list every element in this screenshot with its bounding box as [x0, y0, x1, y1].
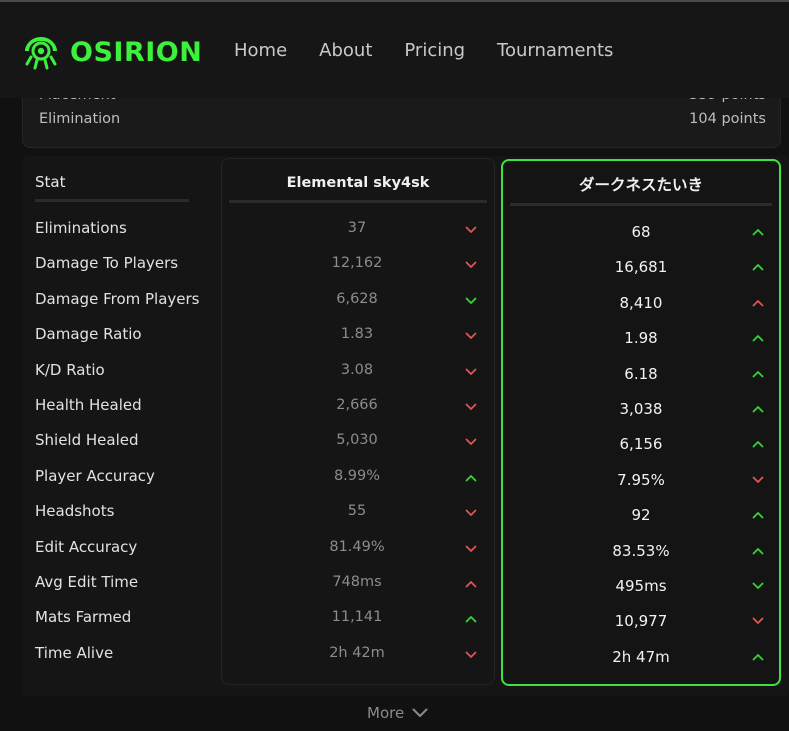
- stat-label: Damage From Players: [35, 289, 200, 308]
- player-2-stat-value: 495ms: [615, 577, 667, 595]
- player-column-2-highlighted: ダークネスたいき 68 16,681 8,410 1.98 6.18 3,038 6,156…: [501, 159, 781, 686]
- nav-tournaments[interactable]: Tournaments: [497, 40, 613, 61]
- chevron-up-icon: [752, 547, 764, 555]
- chevron-up-icon: [752, 263, 764, 271]
- stat-label: Avg Edit Time: [35, 573, 139, 591]
- chevron-down-icon: [465, 438, 477, 446]
- chevron-down-icon: [752, 582, 764, 590]
- chevron-up-icon: [752, 405, 764, 413]
- osirion-eye-icon: [25, 37, 57, 70]
- stat-label: Headshots: [35, 502, 115, 521]
- nav-home[interactable]: Home: [234, 40, 287, 61]
- stat-column: Stat Eliminations Damage To Players Damage…: [35, 158, 200, 662]
- player-1-name[interactable]: Elemental sky4sk: [229, 159, 487, 203]
- player-2-stat-value: 1.98: [624, 329, 658, 348]
- chevron-down-icon: [465, 368, 477, 376]
- player-1-stat-value: 2h 42m: [329, 644, 385, 661]
- chevron-up-icon: [752, 228, 764, 236]
- chevron-up-icon: [465, 474, 477, 482]
- player-1-stat-value: 11,141: [331, 609, 383, 626]
- chevron-down-icon: [465, 509, 477, 517]
- player-2-stat-value: 3,038: [619, 400, 663, 418]
- player-1-stat-value: 748ms: [332, 574, 382, 590]
- stat-label: Eliminations: [35, 219, 127, 237]
- chevron-down-icon: [752, 617, 764, 625]
- chevron-up-icon: [752, 511, 764, 519]
- stat-label: Edit Accuracy: [35, 537, 138, 556]
- stat-label: Damage To Players: [35, 254, 179, 273]
- player-1-stat-value: 3.08: [340, 361, 374, 378]
- nav-pricing[interactable]: Pricing: [404, 40, 465, 61]
- player-1-stat-value: 8.99%: [333, 467, 381, 484]
- stat-label: Time Alive: [35, 643, 114, 662]
- brand-name: OSIRION: [70, 36, 203, 68]
- main-nav: Home About Pricing Tournaments: [234, 40, 613, 61]
- player-1-stat-value: 55: [347, 503, 367, 520]
- player-2-stat-value: 68: [631, 223, 651, 241]
- chevron-up-icon: [752, 370, 764, 378]
- chevron-down-icon: [465, 651, 477, 659]
- brand-logo[interactable]: OSIRION: [22, 33, 202, 71]
- player-2-stat-value: 7.95%: [617, 470, 665, 489]
- chevron-down-icon: [465, 332, 477, 340]
- player-1-stat-value: 37: [347, 220, 367, 236]
- player-1-stat-value: 6,628: [336, 290, 378, 307]
- player-1-stat-value: 2,666: [336, 397, 378, 413]
- player-1-stat-value: 12,162: [331, 255, 383, 272]
- stat-column-header: Stat: [35, 158, 189, 202]
- chevron-down-icon: [465, 226, 477, 234]
- chevron-down-icon: [465, 403, 477, 411]
- chevron-up-icon: [465, 615, 477, 623]
- player-1-stat-value: 5,030: [336, 432, 378, 449]
- stat-label: K/D Ratio: [35, 360, 105, 379]
- more-button[interactable]: More: [367, 704, 428, 722]
- stat-label: Shield Healed: [35, 431, 139, 450]
- chevron-down-icon: [412, 708, 428, 717]
- stat-label: Player Accuracy: [35, 466, 155, 485]
- stat-label: Mats Farmed: [35, 608, 132, 627]
- more-label: More: [367, 704, 405, 722]
- scoring-value: 104 points: [689, 111, 766, 127]
- nav-about[interactable]: About: [319, 40, 372, 61]
- stat-label: Health Healed: [35, 396, 142, 414]
- top-navbar: OSIRION Home About Pricing Tournaments: [0, 0, 789, 98]
- player-2-name[interactable]: ダークネスたいき: [510, 161, 772, 206]
- player-1-stat-value: 1.83: [340, 326, 374, 343]
- player-2-stat-value: 83.53%: [612, 541, 670, 560]
- player-2-stat-value: 92: [631, 506, 651, 525]
- chevron-down-icon: [752, 476, 764, 484]
- player-2-stat-value: 6.18: [624, 364, 658, 383]
- player-2-stat-value: 10,977: [614, 612, 668, 631]
- chevron-down-icon: [465, 261, 477, 269]
- player-2-stat-value: 2h 47m: [612, 647, 670, 666]
- player-2-stat-value: 6,156: [619, 435, 663, 454]
- chevron-up-icon: [752, 299, 764, 307]
- stat-label: Damage Ratio: [35, 325, 142, 344]
- player-1-stat-value: 81.49%: [329, 538, 385, 555]
- chevron-down-icon: [465, 545, 477, 553]
- player-column-1: Elemental sky4sk 37 12,162 6,628 1.83 3.08 2,…: [221, 158, 495, 685]
- chevron-up-icon: [465, 580, 477, 588]
- scoring-label: Elimination: [39, 111, 121, 127]
- chevron-up-icon: [752, 334, 764, 342]
- player-2-stat-value: 8,410: [619, 293, 663, 312]
- chevron-down-icon: [465, 297, 477, 305]
- scoring-row-elimination: Elimination 104 points: [39, 111, 766, 127]
- chevron-up-icon: [752, 653, 764, 661]
- player-2-stat-value: 16,681: [614, 258, 668, 277]
- app-frame: Placement 359 points Elimination 104 poi…: [0, 0, 789, 731]
- chevron-up-icon: [752, 440, 764, 448]
